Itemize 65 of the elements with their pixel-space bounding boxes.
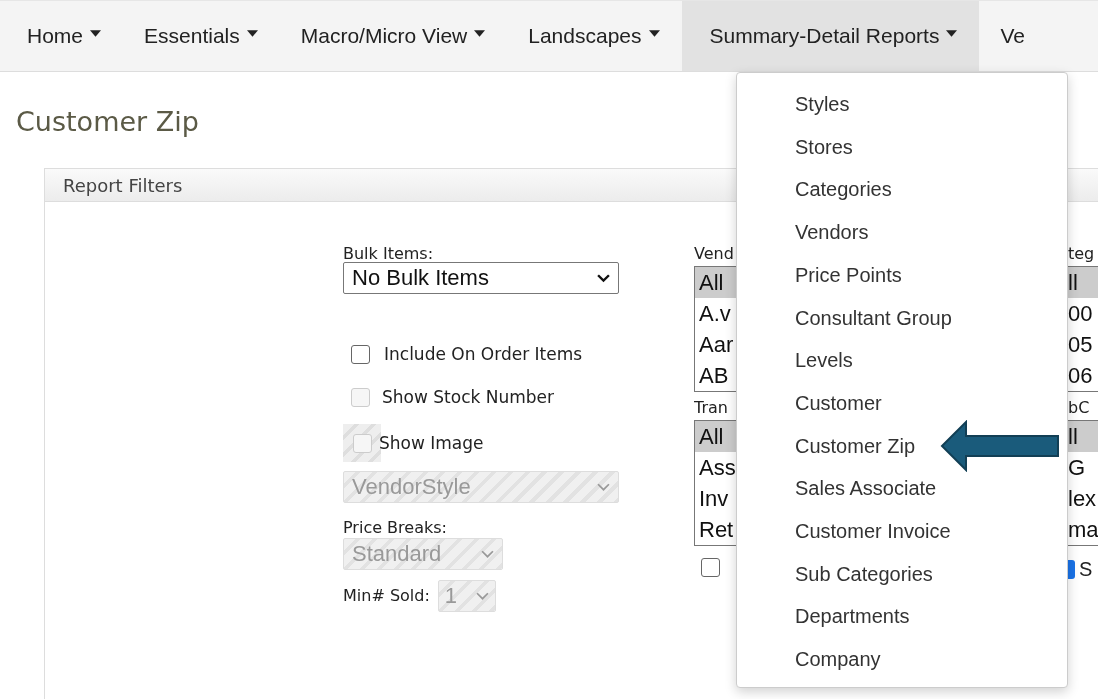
page-title: Customer Zip bbox=[16, 106, 199, 138]
field-label: Min# Sold: bbox=[343, 586, 430, 606]
caret-icon bbox=[474, 29, 486, 37]
menu-item[interactable]: Vendors bbox=[737, 211, 869, 254]
menu-item[interactable]: Company bbox=[737, 638, 881, 681]
list-option[interactable]: ll bbox=[1068, 421, 1098, 452]
menu-item[interactable]: Price Points bbox=[737, 253, 902, 297]
list-option[interactable]: All bbox=[695, 267, 736, 298]
list-option[interactable]: Aar bbox=[695, 329, 736, 360]
nav-menu[interactable]: Landscapes bbox=[507, 1, 682, 71]
checkbox-label: Show Stock Number bbox=[382, 387, 555, 407]
panel-title: Report Filters bbox=[63, 174, 183, 196]
field-label: Bulk Items: bbox=[343, 244, 434, 264]
list-option[interactable]: Ret bbox=[695, 514, 736, 545]
checkbox-label: S bbox=[1079, 558, 1093, 581]
menu-item[interactable]: Customer bbox=[737, 381, 882, 425]
menu-item[interactable]: Sub Categories bbox=[737, 552, 933, 596]
list-option[interactable]: ll bbox=[1068, 267, 1098, 298]
checkbox-label: Show Image bbox=[379, 433, 484, 453]
list-option[interactable]: 00 bbox=[1068, 298, 1098, 329]
menu-item[interactable]: Styles bbox=[737, 83, 850, 126]
caret-icon bbox=[90, 29, 102, 37]
list-option[interactable]: 05 bbox=[1068, 329, 1098, 360]
checkbox[interactable] bbox=[1068, 560, 1075, 579]
checkbox[interactable] bbox=[701, 558, 720, 577]
chevron-icon bbox=[597, 482, 610, 492]
arrow-icon bbox=[940, 420, 1060, 472]
nav-menu[interactable]: Essentials bbox=[123, 1, 280, 71]
caret-icon bbox=[946, 29, 958, 37]
list-box[interactable]: All Ass Inv Ret bbox=[694, 420, 736, 546]
list-option[interactable]: G bbox=[1068, 452, 1098, 483]
list-option[interactable]: All bbox=[695, 421, 736, 452]
field-label: Price Breaks: bbox=[343, 518, 447, 538]
menu-item[interactable]: Levels bbox=[737, 339, 853, 382]
caret-icon bbox=[648, 29, 660, 37]
list-box[interactable]: All A.v Aar AB bbox=[694, 266, 736, 392]
menu-item[interactable]: Consultant Group bbox=[737, 296, 952, 340]
menu-item[interactable]: Customer Zip bbox=[737, 424, 916, 468]
bulk-items-select[interactable]: No Bulk Items bbox=[343, 262, 619, 294]
chevron-icon bbox=[597, 273, 610, 283]
list-option[interactable]: lex bbox=[1068, 483, 1098, 514]
menu-item[interactable]: Departments bbox=[737, 595, 910, 639]
list-option[interactable]: ma bbox=[1068, 514, 1098, 545]
menu-item[interactable]: Customer Invoice bbox=[737, 510, 951, 553]
chevron-icon bbox=[481, 549, 494, 559]
list-option[interactable]: AB bbox=[695, 360, 736, 391]
list-option[interactable]: A.v bbox=[695, 298, 736, 329]
checkbox-label: Include On Order Items bbox=[384, 344, 583, 364]
menu-item[interactable]: Stores bbox=[737, 125, 853, 169]
list-option[interactable]: Ass bbox=[695, 452, 736, 483]
field-label: teg bbox=[1068, 244, 1095, 264]
field-label: Tran bbox=[694, 398, 728, 418]
caret-icon bbox=[246, 29, 258, 37]
nav-menu[interactable]: Home bbox=[6, 1, 124, 71]
nav-menu[interactable]: Ve bbox=[979, 1, 1047, 71]
nav-menu[interactable]: Summary-Detail Reports bbox=[681, 1, 980, 71]
checkbox[interactable] bbox=[350, 344, 370, 364]
list-option[interactable]: 06 bbox=[1068, 360, 1098, 391]
field-label: bC bbox=[1068, 398, 1090, 418]
menu-item[interactable]: Categories bbox=[737, 168, 892, 212]
list-option[interactable]: Inv bbox=[695, 483, 736, 514]
chevron-icon bbox=[475, 591, 489, 601]
menu-item[interactable]: Sales Associate bbox=[737, 467, 937, 511]
field-label: Vend bbox=[694, 244, 734, 264]
nav-menu[interactable]: Macro/Micro View bbox=[279, 1, 508, 71]
